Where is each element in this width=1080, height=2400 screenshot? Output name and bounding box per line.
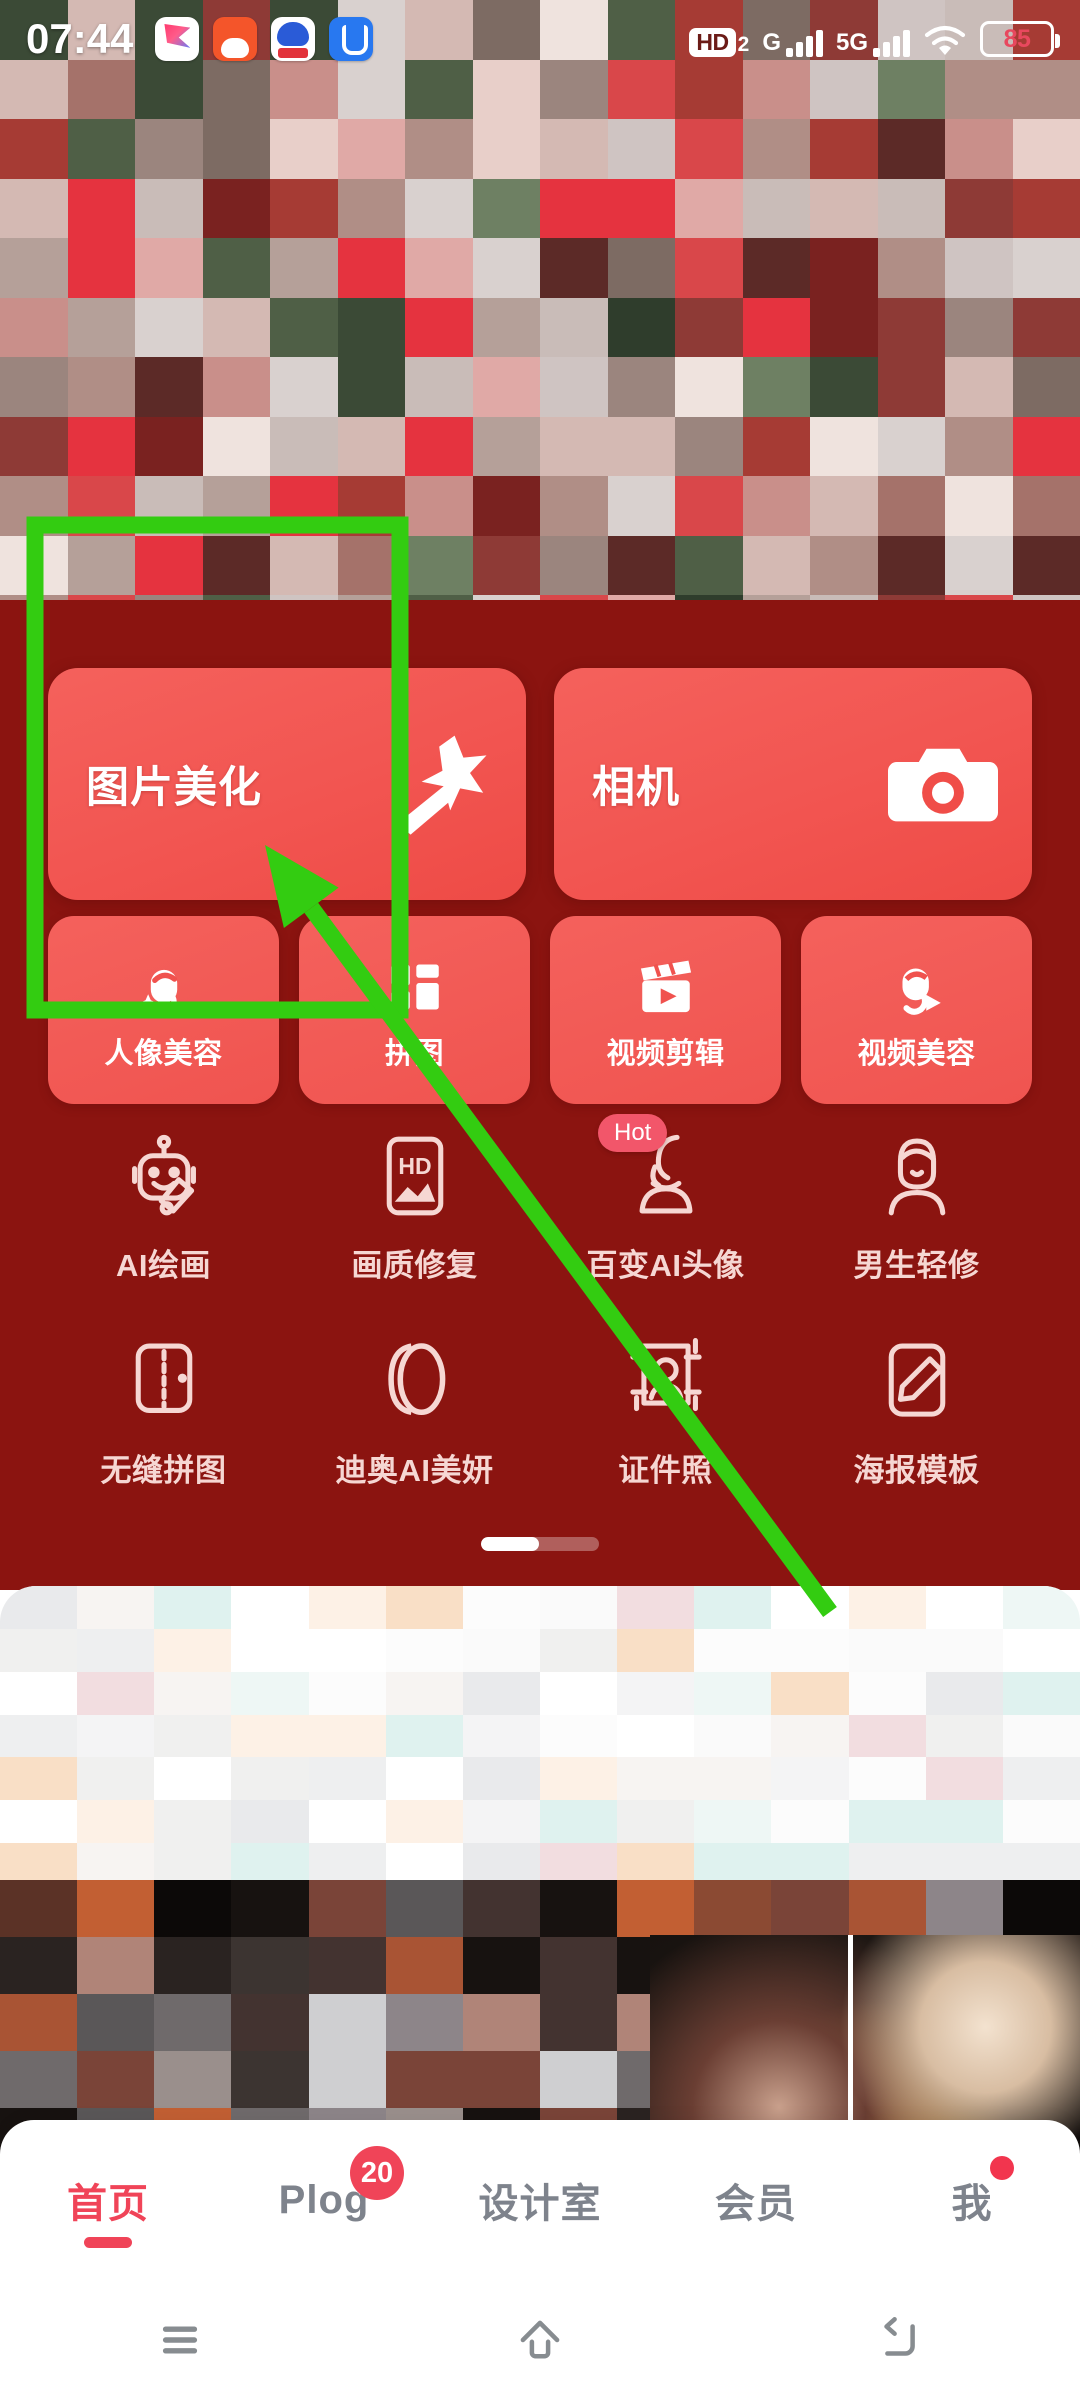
tab-home[interactable]: 首页 xyxy=(0,2120,216,2280)
svg-text:HD: HD xyxy=(398,1153,431,1179)
male-retouch-icon xyxy=(871,1130,963,1222)
status-bar-left: 07:44 xyxy=(26,15,374,63)
tab-notification-dot xyxy=(990,2156,1014,2180)
tab-me[interactable]: 我 xyxy=(864,2120,1080,2280)
status-bar-right: HD 2 G 5G 85 xyxy=(689,21,1060,57)
tool-icon-id-photo[interactable]: 证件照 xyxy=(540,1335,791,1525)
tool-icon-label: 海报模板 xyxy=(853,1453,980,1488)
status-time: 07:44 xyxy=(26,15,134,62)
tab-label: 我 xyxy=(951,2182,993,2226)
tool-card-label: 人像美容 xyxy=(104,1038,223,1070)
recents-menu-button[interactable] xyxy=(0,2313,360,2367)
collage-icon xyxy=(382,954,448,1020)
tool-icon-ai-avatar[interactable]: Hot 百变AI头像 xyxy=(540,1114,791,1320)
primary-tools-row: 图片美化 相机 xyxy=(48,668,1032,900)
tab-label: 首页 xyxy=(67,2182,149,2226)
video-beauty-icon xyxy=(884,954,950,1020)
signal-sim2-label: 5G xyxy=(835,29,868,56)
secondary-tools-row: 人像美容 拼图 视频剪辑 视频美容 xyxy=(48,916,1032,1104)
promo-banner[interactable] xyxy=(0,0,1080,655)
tool-icon-ai-drawing[interactable]: AI绘画 xyxy=(38,1130,289,1320)
douyin-app-icon xyxy=(155,17,200,61)
camera-icon xyxy=(888,729,998,839)
page-indicator[interactable] xyxy=(481,1537,599,1551)
dior-ai-beauty-icon xyxy=(369,1335,461,1427)
tool-icon-label: 证件照 xyxy=(618,1453,713,1488)
tool-icon-label: 男生轻修 xyxy=(853,1248,980,1283)
hot-badge: Hot xyxy=(598,1114,668,1152)
tool-icon-label: 画质修复 xyxy=(351,1248,478,1283)
hd-sim-index: 2 xyxy=(737,33,750,56)
tab-badge-count: 20 xyxy=(350,2146,404,2200)
poster-template-icon xyxy=(871,1335,963,1427)
tool-icon-row-2: 无缝拼图 迪奥AI美妍 证件照 海报模板 xyxy=(38,1335,1042,1525)
tool-card-label: 视频剪辑 xyxy=(606,1038,725,1070)
magic-wand-icon xyxy=(382,729,492,839)
tool-icon-poster-template[interactable]: 海报模板 xyxy=(791,1335,1042,1525)
tool-card-label: 视频美容 xyxy=(857,1038,976,1070)
tool-icon-label: 百变AI头像 xyxy=(586,1248,745,1283)
tool-card-camera[interactable]: 相机 xyxy=(554,668,1032,900)
battery-icon: 85 xyxy=(980,21,1060,57)
back-button[interactable] xyxy=(720,2313,1080,2367)
home-icon xyxy=(513,2313,567,2367)
tool-card-video-edit[interactable]: 视频剪辑 xyxy=(550,916,781,1104)
tab-active-indicator xyxy=(84,2237,132,2248)
status-bar: 07:44 HD 2 G 5G 85 xyxy=(0,0,1080,78)
blue-app-icon xyxy=(329,17,374,61)
recents-menu-icon xyxy=(153,2313,207,2367)
tool-card-label: 相机 xyxy=(592,764,680,812)
id-photo-icon xyxy=(620,1335,712,1427)
tool-icon-male-retouch[interactable]: 男生轻修 xyxy=(791,1130,1042,1320)
tool-card-label: 图片美化 xyxy=(86,764,262,812)
tool-card-portrait-beauty[interactable]: 人像美容 xyxy=(48,916,279,1104)
tool-icon-label: 无缝拼图 xyxy=(100,1453,227,1488)
hd-restore-icon: HD xyxy=(369,1130,461,1222)
tool-card-photo-beautify[interactable]: 图片美化 xyxy=(48,668,526,900)
back-icon xyxy=(873,2313,927,2367)
seamless-collage-icon xyxy=(118,1335,210,1427)
tab-membership[interactable]: 会员 xyxy=(648,2120,864,2280)
hd-label: HD xyxy=(689,27,736,57)
tool-card-collage[interactable]: 拼图 xyxy=(299,916,530,1104)
tool-card-video-beauty[interactable]: 视频美容 xyxy=(801,916,1032,1104)
video-clapperboard-icon xyxy=(633,954,699,1020)
tab-plog[interactable]: Plog 20 xyxy=(216,2120,432,2280)
orange-app-icon xyxy=(213,17,258,61)
tool-icon-row-1: AI绘画 HD 画质修复 Hot 百变AI头像 男生轻修 xyxy=(38,1114,1042,1320)
portrait-beauty-icon xyxy=(131,954,197,1020)
signal-sim2-bars xyxy=(873,30,910,57)
app-root: 图片美化 相机 人像美容 拼图 视频剪辑 视频美容 AI绘画 HD 画质修复 H… xyxy=(0,0,1080,2400)
android-nav-bar xyxy=(0,2280,1080,2400)
hd-voice-icon: HD 2 xyxy=(689,27,750,57)
tool-icon-label: AI绘画 xyxy=(116,1248,211,1283)
bottom-tab-bar: 首页 Plog 20 设计室 会员 我 xyxy=(0,2120,1080,2280)
tool-card-label: 拼图 xyxy=(384,1038,444,1070)
banner-mosaic xyxy=(0,0,1080,655)
tool-icon-seamless-collage[interactable]: 无缝拼图 xyxy=(38,1335,289,1525)
page-indicator-active xyxy=(481,1537,539,1551)
tool-icon-label: 迪奥AI美妍 xyxy=(335,1453,494,1488)
baidu-app-icon xyxy=(271,17,316,61)
tab-label: 设计室 xyxy=(478,2182,602,2226)
feed-light-mosaic xyxy=(0,1586,1080,1886)
home-button[interactable] xyxy=(360,2313,720,2367)
signal-sim1-bars xyxy=(785,30,823,57)
signal-sim1-label: G xyxy=(762,29,781,56)
tab-label: 会员 xyxy=(715,2182,797,2226)
wifi-icon xyxy=(923,23,967,57)
feed-section-light[interactable] xyxy=(0,1586,1080,1886)
battery-level: 85 xyxy=(1003,24,1031,53)
tool-icon-hd-restore[interactable]: HD 画质修复 xyxy=(289,1130,540,1320)
tool-icon-dior-ai-beauty[interactable]: 迪奥AI美妍 xyxy=(289,1335,540,1525)
signal-sim2-icon: 5G xyxy=(836,29,910,57)
ai-robot-icon xyxy=(118,1130,210,1222)
signal-sim1-icon: G xyxy=(762,29,823,57)
tab-design-studio[interactable]: 设计室 xyxy=(432,2120,648,2280)
